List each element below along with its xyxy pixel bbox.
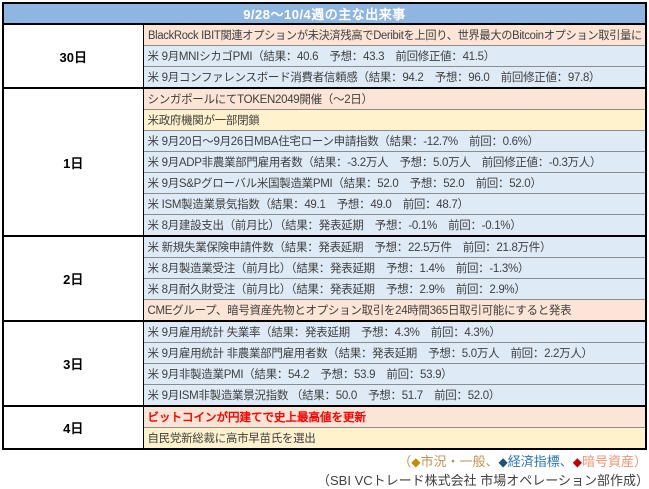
- legend-crypto-label: 暗号資産: [581, 454, 634, 469]
- event-text: 米 新規失業保険申請件数（結果：発表延期 予想：22.5万件 前回：21.8万件…: [147, 242, 552, 254]
- event-text: 米 8月建設支出（前月比）（結果：発表延期 予想：-0.1% 前回：-0.1%）: [147, 220, 522, 232]
- event-text: 米 9月ADP非農業部門雇用者数（結果：-3.2万人 予想：5.0万人 前回修正…: [147, 157, 602, 169]
- event-text: 米 9月S&Pグローバル米国製造業PMI（結果：52.0 予想：52.0 前回：…: [147, 178, 542, 190]
- date-cell: 4日: [3, 406, 144, 450]
- table-row: 3日米 9月雇用統計 失業率（結果：発表延期 予想：4.3% 前回：4.3%）: [3, 321, 646, 407]
- date-cell: 1日: [3, 88, 144, 237]
- event-text: 米 8月耐久財受注（前月比）（結果：発表延期 予想：2.9% 前回：2.9%）: [147, 284, 526, 296]
- event-cell: 米 8月耐久財受注（前月比）（結果：発表延期 予想：2.9% 前回：2.9%）: [143, 278, 646, 300]
- event-text: BlackRock IBIT関連オプションが未決済残高でDeribitを上回り、…: [147, 30, 642, 42]
- event-text: CMEグループ、暗号資産先物とオプション取引を24時間365日取引可能にすると発…: [147, 305, 572, 317]
- event-cell: 米 9月非製造業PMI（結果：54.2 予想：53.9 前回：53.9）: [143, 363, 646, 385]
- event-cell: BlackRock IBIT関連オプションが未決済残高でDeribitを上回り、…: [143, 24, 646, 46]
- date-cell: 2日: [3, 236, 144, 322]
- event-text: 米政府機関が一部閉鎖: [147, 115, 260, 127]
- header-row: 9/28～10/4週の主な出来事: [3, 3, 646, 25]
- event-cell: 米 ISM製造業景気指数（結果：49.1 予想：49.0 前回：48.7）: [143, 193, 646, 215]
- event-cell: 米 9月コンファレンスボード消費者信頼感（結果：94.2 予想：96.0 前回修…: [143, 66, 646, 89]
- event-cell: 自民党新総裁に高市早苗氏を選出: [143, 427, 646, 450]
- legend-econ-diamond-icon: ◆: [498, 455, 508, 469]
- event-text: 米 ISM製造業景気指数（結果：49.1 予想：49.0 前回：48.7）: [147, 199, 469, 211]
- category-legend: （◆市況・一般、◆経済指標、◆暗号資産）: [2, 454, 647, 470]
- credit-line: （SBI VCトレード株式会社 市場オペレーション部作成）: [317, 473, 649, 488]
- event-text: 米 9月雇用統計 非農業部門雇用者数（結果：発表延期 予想：5.0万人 前回：2…: [147, 348, 594, 360]
- event-cell: 米 8月建設支出（前月比）（結果：発表延期 予想：-0.1% 前回：-0.1%）: [143, 214, 646, 237]
- event-cell: 米 9月ADP非農業部門雇用者数（結果：-3.2万人 予想：5.0万人 前回修正…: [143, 151, 646, 173]
- event-text: 米 8月製造業受注（前月比）（結果：発表延期 予想：1.4% 前回：-1.3%）: [147, 263, 530, 275]
- event-text: 米 9月コンファレンスボード消費者信頼感（結果：94.2 予想：96.0 前回修…: [147, 72, 601, 84]
- event-cell: 米 9月20日～9月26日MBA住宅ローン申請指数（結果：-12.7% 前回：0…: [143, 130, 646, 152]
- event-text: シンガポールにてTOKEN2049開催（～2日）: [147, 94, 373, 106]
- legend-open-paren: （: [398, 454, 412, 469]
- event-text: 米 9月20日～9月26日MBA住宅ローン申請指数（結果：-12.7% 前回：0…: [147, 136, 540, 148]
- table-title: 9/28～10/4週の主な出来事: [3, 3, 646, 25]
- event-cell: 米 8月製造業受注（前月比）（結果：発表延期 予想：1.4% 前回：-1.3%）: [143, 257, 646, 279]
- event-text: ビットコインが円建てで史上最高値を更新: [147, 412, 367, 424]
- event-text: 米 9月ISM非製造業景況指数 （結果：50.0 予想：51.7 前回：52.0…: [147, 390, 501, 402]
- event-text: 米 9月非製造業PMI（結果：54.2 予想：53.9 前回：53.9）: [147, 369, 453, 381]
- table-row: 1日 シンガポールにてTOKEN2049開催（～2日）: [3, 88, 646, 237]
- legend-general-label: 市況・一般、: [420, 454, 499, 469]
- event-text: 米 9月MNIシカゴPMI（結果：40.6 予想：43.3 前回修正値：41.5…: [147, 51, 496, 63]
- table-row: 2日米 新規失業保険申請件数（結果：発表延期 予想：22.5万件 前回：21.8…: [3, 236, 646, 322]
- events-table: 9/28～10/4週の主な出来事 30日 BlackRock IBIT関連オプショ…: [2, 2, 647, 450]
- date-cell: 3日: [3, 321, 144, 407]
- event-cell: CMEグループ、暗号資産先物とオプション取引を24時間365日取引可能にすると発…: [143, 299, 646, 322]
- event-cell: 米 9月S&Pグローバル米国製造業PMI（結果：52.0 予想：52.0 前回：…: [143, 172, 646, 194]
- event-cell: 米政府機関が一部閉鎖: [143, 109, 646, 131]
- event-cell: 米 9月雇用統計 失業率（結果：発表延期 予想：4.3% 前回：4.3%）: [143, 321, 646, 343]
- legend-crypto-diamond-icon: ◆: [572, 455, 582, 469]
- date-cell: 30日: [3, 24, 144, 89]
- event-text: 米 9月雇用統計 失業率（結果：発表延期 予想：4.3% 前回：4.3%）: [147, 327, 501, 339]
- event-cell: ビットコインが円建てで史上最高値を更新: [143, 406, 646, 428]
- table-row: 30日 BlackRock IBIT関連オプションが未決済残高でDeribitを上…: [3, 24, 646, 89]
- event-cell: 米 9月雇用統計 非農業部門雇用者数（結果：発表延期 予想：5.0万人 前回：2…: [143, 342, 646, 364]
- legend-close-paren: ）: [633, 454, 647, 469]
- event-text: 自民党新総裁に高市早苗氏を選出: [147, 433, 316, 445]
- legend-econ-label: 経済指標、: [507, 454, 573, 469]
- page: 9/28～10/4週の主な出来事 30日 BlackRock IBIT関連オプショ…: [0, 2, 649, 488]
- event-cell: 米 9月ISM非製造業景況指数 （結果：50.0 予想：51.7 前回：52.0…: [143, 384, 646, 407]
- table-row: 4日 ビットコインが円建てで史上最高値を更新: [3, 406, 646, 450]
- event-cell: 米 9月MNIシカゴPMI（結果：40.6 予想：43.3 前回修正値：41.5…: [143, 45, 646, 67]
- event-cell: シンガポールにてTOKEN2049開催（～2日）: [143, 88, 646, 110]
- event-cell: 米 新規失業保険申請件数（結果：発表延期 予想：22.5万件 前回：21.8万件…: [143, 236, 646, 258]
